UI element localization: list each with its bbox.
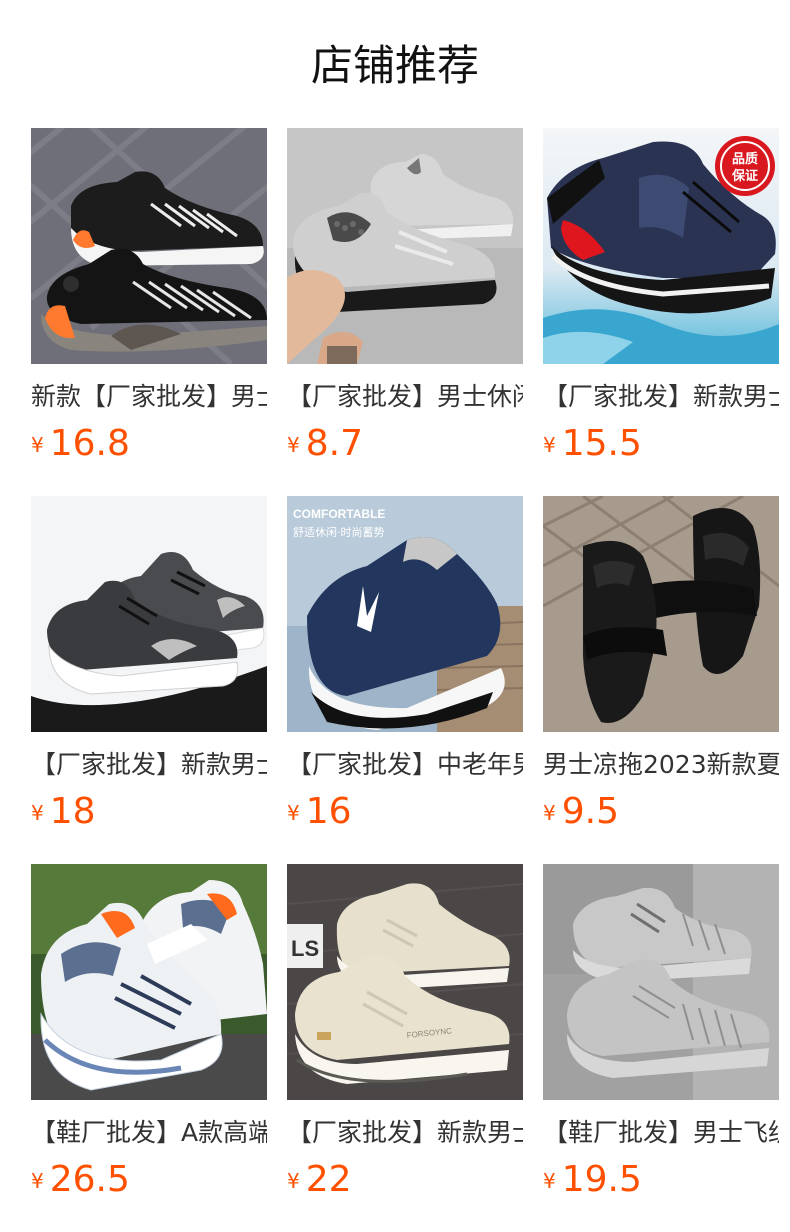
product-card[interactable]: 品质 保证 【厂家批发】新款男士 ¥15.5: [543, 128, 779, 496]
product-name[interactable]: 【厂家批发】新款男士: [543, 380, 779, 414]
product-image[interactable]: COMFORTABLE 舒适休闲·时尚蓄势: [287, 496, 523, 732]
product-card[interactable]: 【鞋厂批发】男士飞织 ¥19.5: [543, 864, 779, 1232]
price-value: 16.8: [49, 423, 130, 464]
product-price: ¥9.5: [543, 792, 779, 832]
price-value: 26.5: [49, 1159, 130, 1200]
product-image[interactable]: [31, 128, 267, 364]
product-price: ¥18: [31, 792, 267, 832]
product-image[interactable]: [31, 864, 267, 1100]
shop-recommend-page: 店铺推荐 新款【厂家批发】男士 ¥ 16.8 【厂家批发】男士休闲 ¥ 8.7 …: [0, 0, 790, 1232]
svg-text:LS: LS: [291, 936, 319, 961]
product-price: ¥22: [287, 1160, 523, 1200]
product-name[interactable]: 【鞋厂批发】男士飞织: [543, 1116, 779, 1150]
product-name[interactable]: 【鞋厂批发】A款高端: [31, 1116, 267, 1150]
product-card[interactable]: LS FORSOYNC 【厂家批发】新款男士 ¥22: [287, 864, 523, 1232]
price-value: 19.5: [561, 1159, 642, 1200]
product-card[interactable]: 男士凉拖2023新款夏季 ¥9.5: [543, 496, 779, 864]
price-value: 16: [305, 791, 352, 832]
overlay-title: COMFORTABLE: [293, 507, 385, 521]
product-grid: 新款【厂家批发】男士 ¥16.8 【厂家批发】男士休闲 ¥ 8.7 品质 保证 …: [31, 128, 779, 1232]
product-image[interactable]: [287, 128, 523, 364]
currency-symbol: ¥: [31, 801, 44, 825]
product-image[interactable]: 品质 保证: [543, 128, 779, 364]
quality-badge-line2: 保证: [731, 168, 758, 184]
product-name[interactable]: 【厂家批发】新款男士: [287, 1116, 523, 1150]
price-value: 22: [305, 1159, 352, 1200]
price-value: 8.7: [305, 423, 363, 464]
product-price: ¥19.5: [543, 1160, 779, 1200]
currency-symbol: ¥: [543, 801, 556, 825]
product-image[interactable]: [543, 496, 779, 732]
currency-symbol: ¥: [543, 1169, 556, 1193]
product-price: ¥8.7: [287, 424, 523, 464]
currency-symbol: ¥: [543, 433, 556, 457]
product-card[interactable]: 【鞋厂批发】A款高端 ¥26.5: [31, 864, 267, 1232]
product-price: ¥16: [287, 792, 523, 832]
currency-symbol: ¥: [31, 433, 44, 457]
quality-badge-line1: 品质: [732, 151, 758, 167]
currency-symbol: ¥: [287, 433, 300, 457]
product-name[interactable]: 男士凉拖2023新款夏季: [543, 748, 779, 782]
currency-symbol: ¥: [287, 801, 300, 825]
product-name[interactable]: 【厂家批发】中老年男: [287, 748, 523, 782]
currency-symbol: ¥: [31, 1169, 44, 1193]
overlay-subtitle: 舒适休闲·时尚蓄势: [293, 525, 385, 539]
price-value: 18: [49, 791, 96, 832]
product-price: ¥15.5: [543, 424, 779, 464]
product-card[interactable]: 【厂家批发】新款男士 ¥18: [31, 496, 267, 864]
section-title: 店铺推荐: [310, 41, 479, 90]
currency-symbol: ¥: [287, 1169, 300, 1193]
product-card[interactable]: 【厂家批发】男士休闲 ¥8.7: [287, 128, 523, 496]
product-price: ¥26.5: [31, 1160, 267, 1200]
product-image[interactable]: [31, 496, 267, 732]
product-name[interactable]: 新款【厂家批发】男士: [31, 380, 267, 414]
product-name[interactable]: 【厂家批发】男士休闲: [287, 380, 523, 414]
product-image[interactable]: LS FORSOYNC: [287, 864, 523, 1100]
product-price: ¥16.8: [31, 424, 267, 464]
product-card[interactable]: 新款【厂家批发】男士 ¥16.8: [31, 128, 267, 496]
price-value: 15.5: [561, 423, 642, 464]
price-value: 9.5: [561, 791, 619, 832]
product-image[interactable]: [543, 864, 779, 1100]
product-card[interactable]: COMFORTABLE 舒适休闲·时尚蓄势 【厂家批发】中老年男 ¥16: [287, 496, 523, 864]
product-name[interactable]: 【厂家批发】新款男士: [31, 748, 267, 782]
